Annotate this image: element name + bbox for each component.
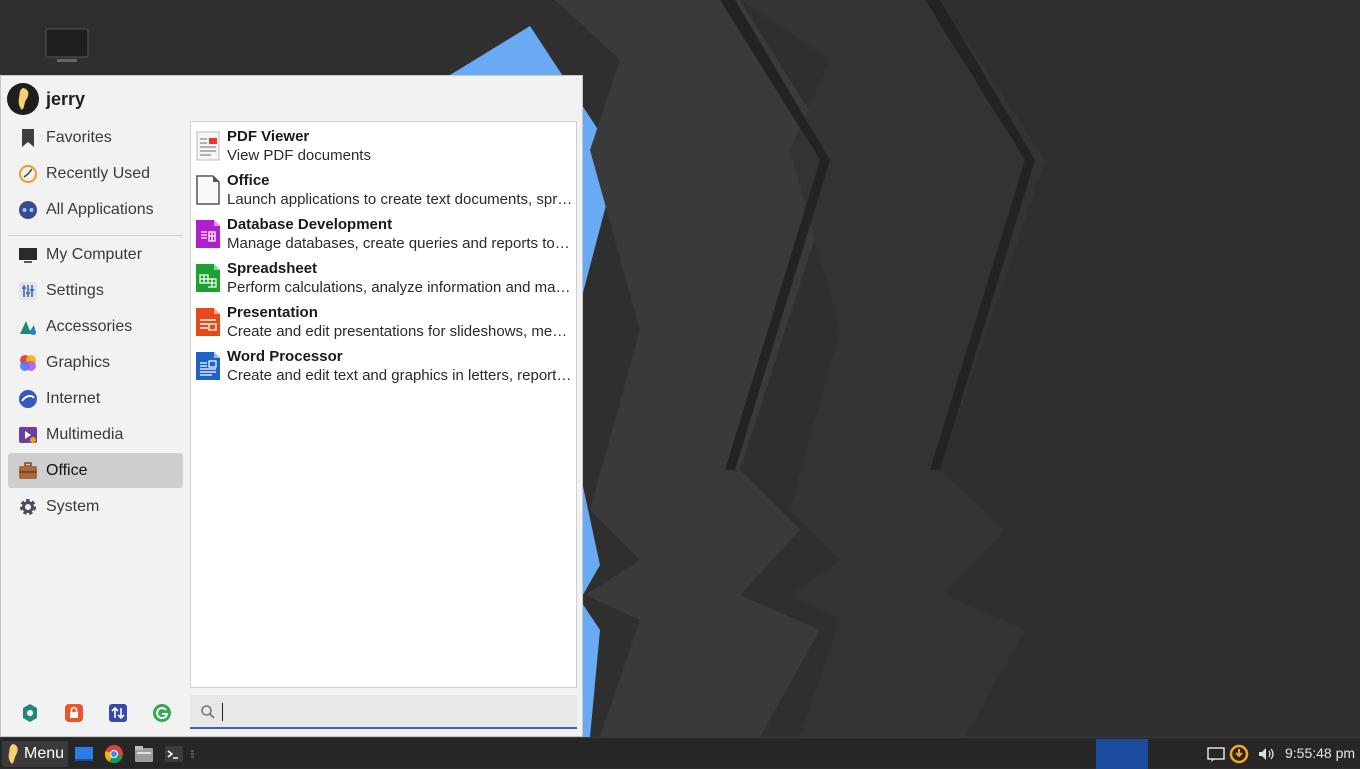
- globe-icon: [18, 389, 38, 409]
- gear-icon: [18, 497, 38, 517]
- app-name: PDF Viewer: [227, 128, 310, 145]
- app-spreadsheet[interactable]: Spreadsheet Perform calculations, analyz…: [195, 256, 573, 300]
- show-desktop-icon[interactable]: [74, 744, 94, 764]
- user-name: jerry: [46, 88, 86, 109]
- app-name: Presentation: [227, 304, 318, 321]
- software-manager-icon: [23, 704, 37, 722]
- clock[interactable]: 9:55:48 pm: [1285, 745, 1355, 761]
- menu-logo-icon: [8, 744, 18, 764]
- sidebar-item-label: My Computer: [46, 245, 143, 263]
- monitor-icon: [18, 245, 38, 265]
- workspace-switcher[interactable]: [1096, 739, 1148, 769]
- search-box[interactable]: [190, 695, 577, 729]
- database-icon: [196, 220, 220, 248]
- sidebar-item-system[interactable]: System: [8, 489, 183, 524]
- app-description: Manage databases, create queries and rep…: [227, 235, 573, 252]
- file-manager-icon[interactable]: [134, 744, 154, 764]
- app-name: Office: [227, 172, 270, 189]
- app-description: Create and edit presentations for slides…: [227, 323, 573, 340]
- accessories-icon: [18, 317, 38, 337]
- app-word-processor[interactable]: Word Processor Create and edit text and …: [195, 344, 573, 388]
- terminal-icon[interactable]: [164, 744, 184, 764]
- user-header: jerry: [7, 83, 85, 115]
- update-icon[interactable]: [1229, 744, 1249, 764]
- graphics-icon: [18, 353, 38, 373]
- sidebar-item-favorites[interactable]: Favorites: [8, 120, 183, 155]
- search-input[interactable]: [220, 699, 564, 725]
- app-database-development[interactable]: Database Development Manage databases, c…: [195, 212, 573, 256]
- applications-list: PDF Viewer View PDF documents Office Lau…: [190, 121, 577, 688]
- app-office[interactable]: Office Launch applications to create tex…: [195, 168, 573, 212]
- menu-button[interactable]: Menu: [2, 741, 69, 767]
- text-cursor: [222, 703, 223, 721]
- user-avatar[interactable]: [7, 83, 39, 115]
- presentation-icon: [196, 308, 220, 336]
- spreadsheet-icon: [196, 264, 220, 292]
- sidebar-item-recently-used[interactable]: Recently Used: [8, 156, 183, 191]
- app-pdf-viewer[interactable]: PDF Viewer View PDF documents: [195, 124, 573, 168]
- app-description: Create and edit text and graphics in let…: [227, 367, 573, 384]
- sidebar-item-label: Accessories: [46, 317, 133, 335]
- app-name: Spreadsheet: [227, 260, 318, 277]
- sidebar-item-my-computer[interactable]: My Computer: [8, 237, 183, 272]
- sidebar-item-internet[interactable]: Internet: [8, 381, 183, 416]
- app-name: Word Processor: [227, 348, 343, 365]
- search-icon: [201, 705, 215, 719]
- briefcase-icon: [18, 461, 38, 481]
- office-doc-icon: [196, 175, 220, 205]
- sidebar-item-label: Internet: [46, 389, 101, 407]
- word-processor-icon: [196, 352, 220, 380]
- sidebar-item-label: Favorites: [46, 128, 112, 146]
- sidebar-item-label: Recently Used: [46, 164, 151, 182]
- switch-user-icon: [109, 704, 127, 722]
- software-manager-button[interactable]: [18, 701, 42, 725]
- sidebar-item-label: Settings: [46, 281, 104, 299]
- clock-icon: [18, 164, 38, 184]
- apps-icon: [18, 200, 38, 220]
- bookmark-icon: [18, 128, 38, 148]
- lock-screen-button[interactable]: [62, 701, 86, 725]
- application-menu: jerry Favorites Recently Used All Applic…: [0, 75, 583, 737]
- lock-screen-icon: [65, 704, 83, 722]
- multimedia-icon: [18, 425, 38, 445]
- taskbar: Menu 9:55:48 pm: [0, 737, 1360, 769]
- app-presentation[interactable]: Presentation Create and edit presentatio…: [195, 300, 573, 344]
- app-description: View PDF documents: [227, 147, 371, 164]
- sidebar-item-settings[interactable]: Settings: [8, 273, 183, 308]
- sidebar-item-label: Graphics: [46, 353, 111, 371]
- sidebar-item-all-applications[interactable]: All Applications: [8, 192, 183, 227]
- notification-icon[interactable]: [1206, 744, 1226, 764]
- logout-button[interactable]: [150, 701, 174, 725]
- sidebar-divider: [8, 235, 183, 236]
- sidebar-item-graphics[interactable]: Graphics: [8, 345, 183, 380]
- sidebar-item-office[interactable]: Office: [8, 453, 183, 488]
- launcher-handle-icon[interactable]: [188, 744, 196, 764]
- app-name: Database Development: [227, 216, 393, 233]
- sidebar-item-multimedia[interactable]: Multimedia: [8, 417, 183, 452]
- sidebar-item-accessories[interactable]: Accessories: [8, 309, 183, 344]
- sidebar-item-label: System: [46, 497, 100, 515]
- settings-sliders-icon: [18, 281, 38, 301]
- logout-icon: [153, 704, 171, 722]
- app-description: Perform calculations, analyze informatio…: [227, 279, 573, 296]
- computer-desktop-icon[interactable]: [45, 28, 89, 66]
- chrome-icon[interactable]: [104, 744, 124, 764]
- volume-icon[interactable]: [1256, 744, 1276, 764]
- sidebar-item-label: Office: [46, 461, 88, 479]
- menu-label: Menu: [24, 745, 65, 762]
- switch-user-button[interactable]: [106, 701, 130, 725]
- sidebar-item-label: All Applications: [46, 200, 154, 218]
- sidebar-item-label: Multimedia: [46, 425, 124, 443]
- pdf-icon: [196, 131, 220, 161]
- avatar-icon: [18, 88, 29, 110]
- app-description: Launch applications to create text docum…: [227, 191, 573, 208]
